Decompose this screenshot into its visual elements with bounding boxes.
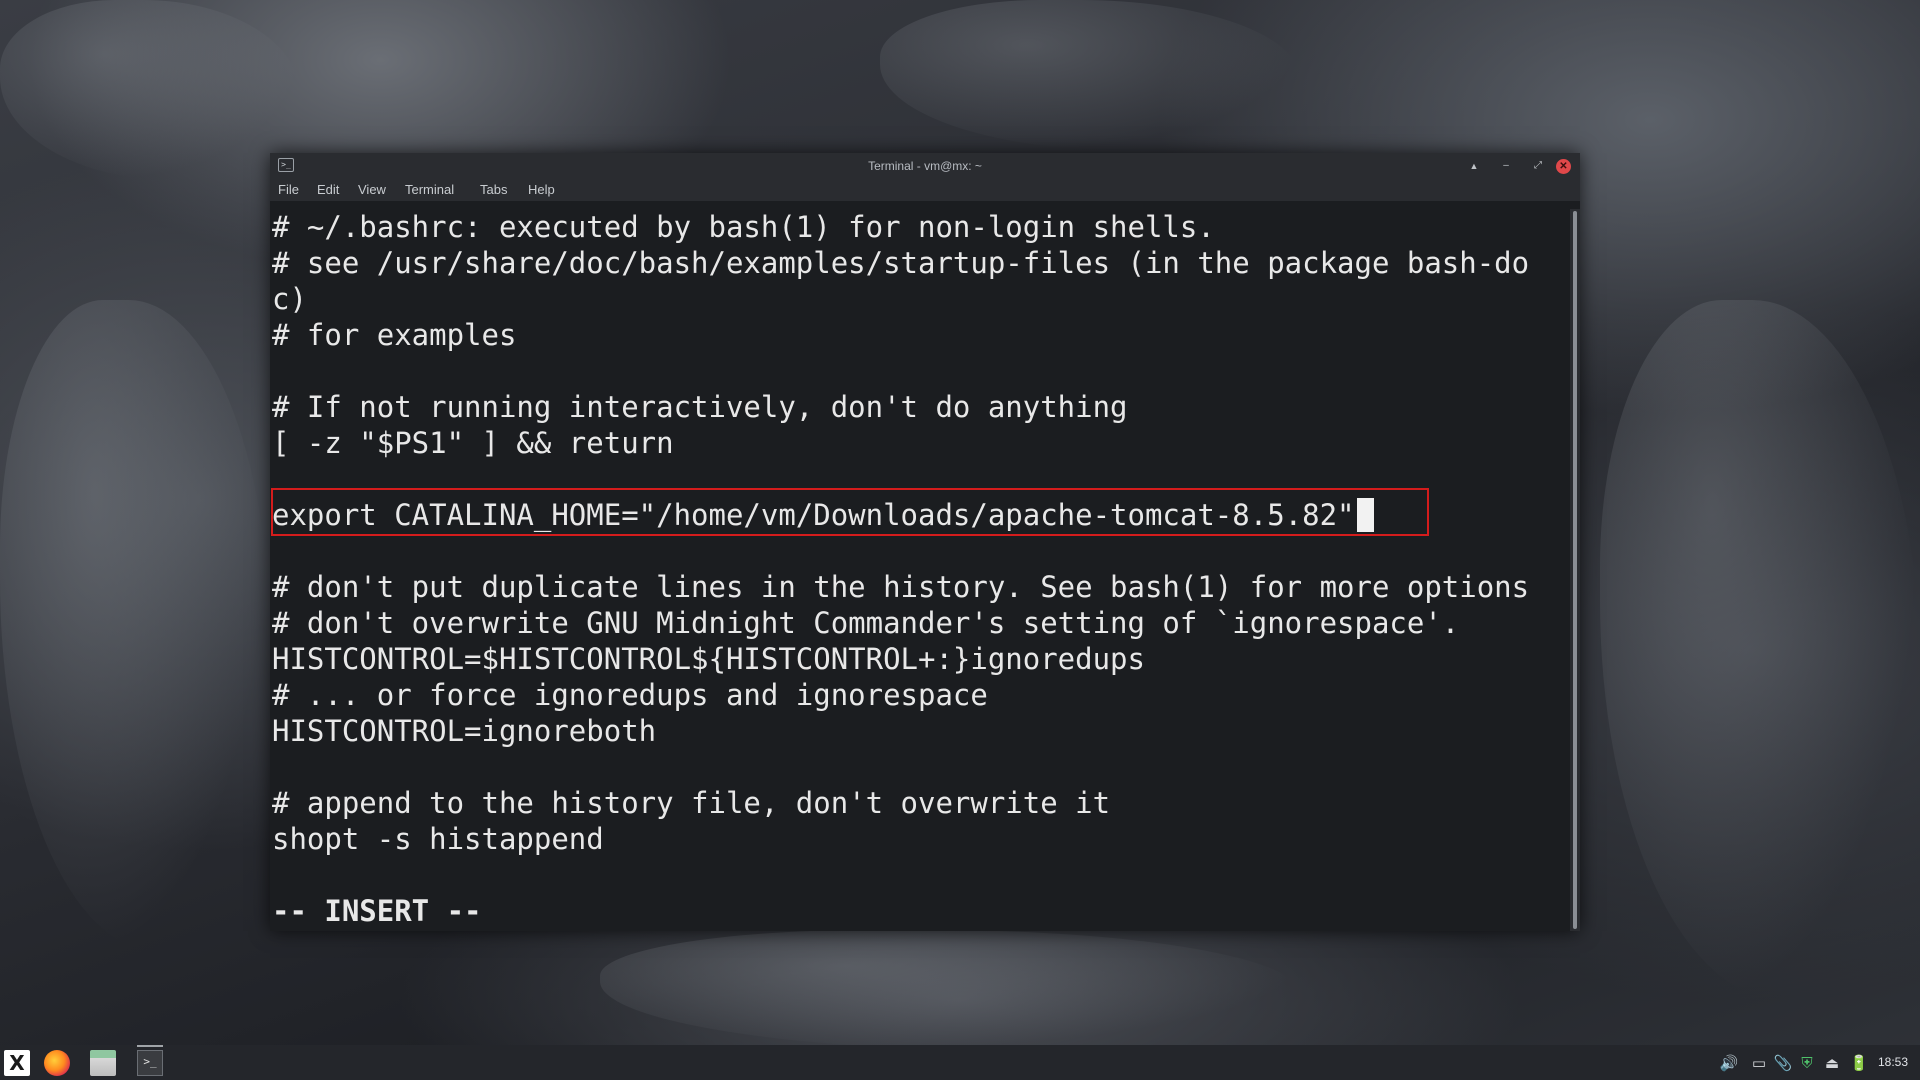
eject-icon[interactable]: ⏏ [1822,1053,1842,1073]
file-manager-icon[interactable] [90,1050,116,1076]
terminal-line: # see /usr/share/doc/bash/examples/start… [272,246,1530,280]
title-bar[interactable]: >_ Terminal - vm@mx: ~ ▲ – ⤢ ✕ [270,153,1580,179]
terminal-line: # don't overwrite GNU Midnight Commander… [272,606,1460,640]
scrollbar-thumb[interactable] [1573,211,1577,929]
menu-edit[interactable]: Edit [317,179,339,201]
menu-help[interactable]: Help [528,179,555,201]
close-button[interactable]: ✕ [1556,159,1571,174]
menu-bar: File Edit View Terminal Tabs Help [270,179,1580,201]
terminal-line: # ... or force ignoredups and ignorespac… [272,678,988,712]
wallpaper-rock [600,930,1300,1050]
minimize-button[interactable]: – [1498,158,1514,174]
terminal-line: # ~/.bashrc: executed by bash(1) for non… [272,210,1215,244]
terminal-line: # If not running interactively, don't do… [272,390,1128,424]
wallpaper-rock [0,0,300,180]
terminal-line: # append to the history file, don't over… [272,786,1111,820]
wallpaper-rock [1600,300,1920,1000]
menu-view[interactable]: View [358,179,386,201]
wallpaper-rock [880,0,1300,150]
terminal-taskbar-icon[interactable]: >_ [137,1050,163,1076]
wallpaper-rock [0,300,270,950]
menu-tabs[interactable]: Tabs [480,179,507,201]
firefox-icon[interactable] [44,1050,70,1076]
terminal-line: HISTCONTROL=$HISTCONTROL${HISTCONTROL+:}… [272,642,1145,676]
window-title: Terminal - vm@mx: ~ [868,159,982,173]
clock[interactable]: 18:53 [1878,1045,1908,1080]
menu-terminal[interactable]: Terminal [405,179,454,201]
update-shield-icon[interactable]: ⛨ [1797,1053,1817,1073]
terminal-line: # for examples [272,318,517,352]
terminal-line: HISTCONTROL=ignoreboth [272,714,657,748]
maximize-button[interactable]: ⤢ [1530,158,1546,174]
terminal-window[interactable]: >_ Terminal - vm@mx: ~ ▲ – ⤢ ✕ File Edit… [270,153,1580,931]
terminal-scrollbar[interactable] [1570,209,1580,931]
terminal-line: shopt -s histappend [272,822,604,856]
clipboard-icon[interactable]: 📎 [1773,1053,1793,1073]
terminal-line: # don't put duplicate lines in the histo… [272,570,1530,604]
terminal-text-area[interactable]: # ~/.bashrc: executed by bash(1) for non… [270,209,1570,931]
highlight-box [271,488,1429,536]
active-task-indicator [137,1045,163,1047]
taskbar: X >_ 🔊 ▭ 📎 ⛨ ⏏ 🔋 18:53 [0,1045,1920,1080]
shade-window-button[interactable]: ▲ [1466,158,1482,174]
terminal-line: c) [272,282,307,316]
terminal-line: [ -z "$PS1" ] && return [272,426,674,460]
display-icon[interactable]: ▭ [1749,1053,1769,1073]
battery-icon[interactable]: 🔋 [1849,1053,1869,1073]
start-menu-icon[interactable]: X [4,1050,30,1076]
volume-icon[interactable]: 🔊 [1719,1053,1739,1073]
vim-mode-indicator: -- INSERT -- [272,894,482,928]
menu-file[interactable]: File [278,179,299,201]
